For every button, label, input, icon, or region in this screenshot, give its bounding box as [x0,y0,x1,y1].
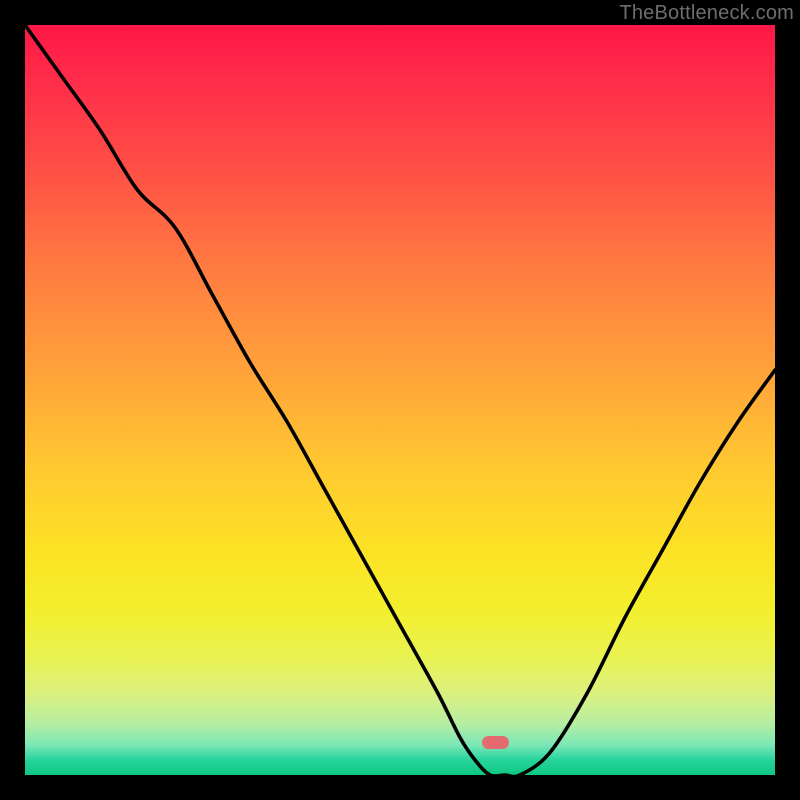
chart-frame: TheBottleneck.com [0,0,800,800]
plot-area [25,25,775,775]
watermark-text: TheBottleneck.com [619,2,794,25]
marker-pill [482,736,509,749]
bottleneck-curve [25,25,775,775]
